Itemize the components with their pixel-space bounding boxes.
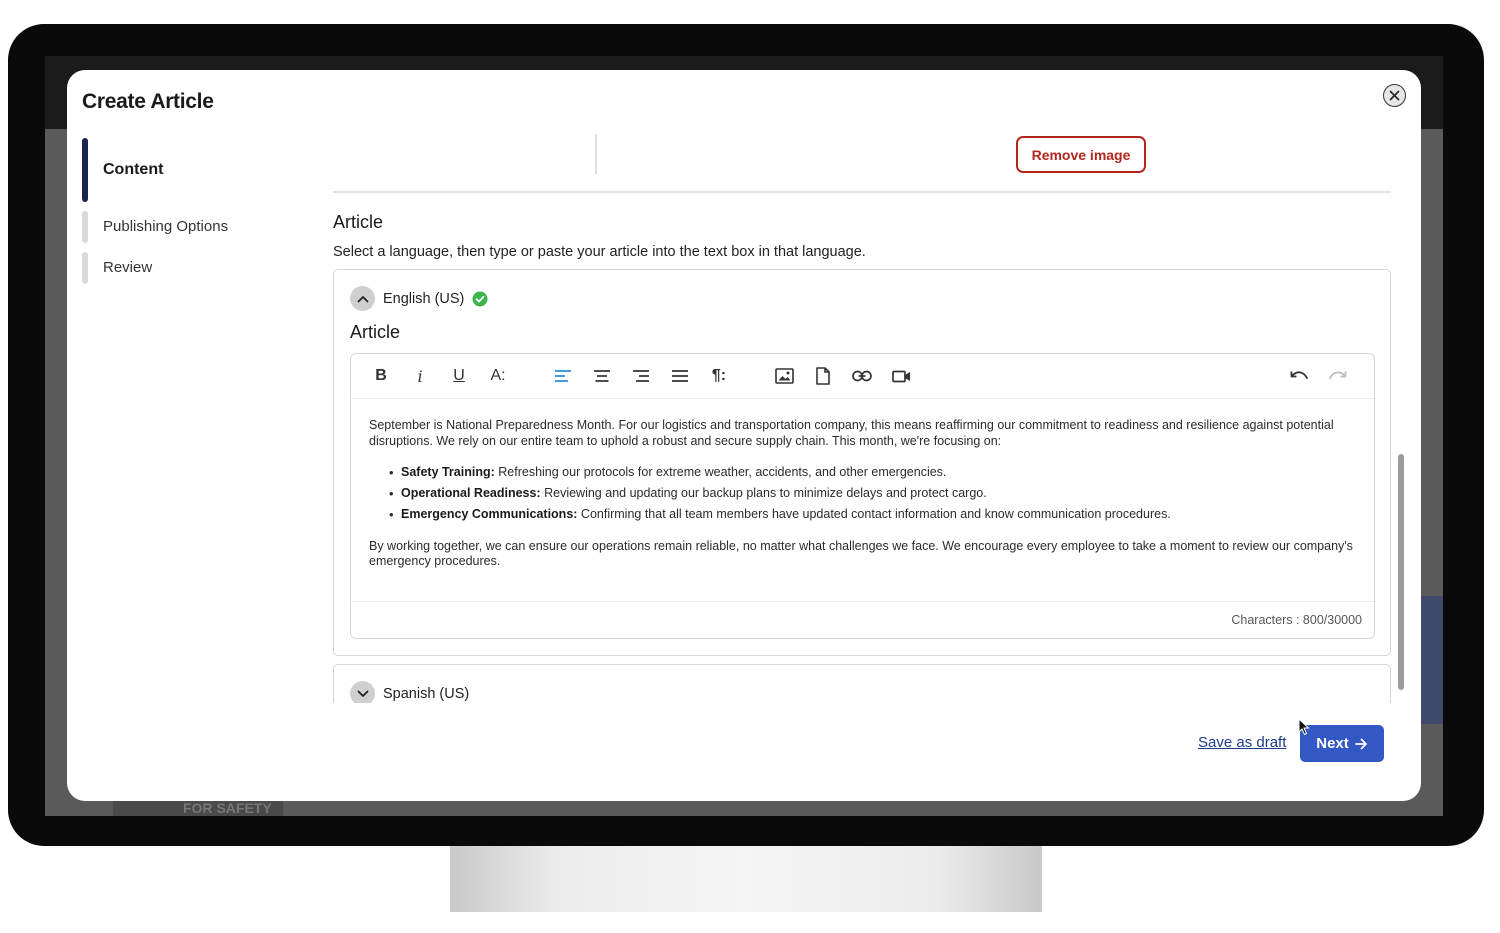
- section-divider: [333, 191, 1391, 193]
- step-indicator: [82, 138, 88, 202]
- editor-title: Article: [350, 322, 401, 342]
- italic-icon: i: [417, 366, 423, 386]
- modal-title: Create Article: [82, 90, 214, 113]
- article-section-subtitle: Select a language, then type or paste yo…: [333, 244, 866, 260]
- step-indicator: [82, 211, 88, 243]
- step-content[interactable]: Content: [82, 138, 312, 202]
- chevron-up-icon: [350, 286, 375, 311]
- article-intro: September is National Preparedness Month…: [369, 418, 1334, 448]
- font-size-icon: A:: [490, 367, 506, 384]
- file-icon: [816, 367, 830, 385]
- language-label: English (US): [383, 290, 465, 307]
- link-icon: [852, 370, 872, 382]
- bullet-term: Safety Training:: [401, 465, 495, 479]
- redo-icon: [1329, 371, 1347, 379]
- insert-video-button[interactable]: [888, 363, 914, 389]
- article-section-title: Article: [333, 212, 384, 232]
- align-right-button[interactable]: [628, 363, 654, 389]
- align-right-icon: [633, 370, 649, 382]
- bullet-text: Refreshing our protocols for extreme wea…: [494, 465, 947, 479]
- create-article-modal: Create Article Content Publishing Option…: [67, 70, 1421, 801]
- paragraph-format-button[interactable]: ¶:: [706, 363, 732, 389]
- list-item: Emergency Communications: Confirming tha…: [389, 507, 1359, 523]
- bold-button[interactable]: B: [368, 363, 394, 389]
- insert-file-button[interactable]: [810, 363, 836, 389]
- check-circle-icon: [472, 291, 488, 306]
- step-publishing-options[interactable]: Publishing Options: [82, 211, 312, 243]
- video-icon: [891, 370, 910, 382]
- bullet-text: Confirming that all team members have up…: [577, 507, 1171, 521]
- close-button[interactable]: [1383, 84, 1406, 107]
- insert-image-button[interactable]: [771, 363, 797, 389]
- close-icon: [1389, 90, 1400, 101]
- article-closing: By working together, we can ensure our o…: [369, 538, 1353, 569]
- article-bullet-list: Safety Training: Refreshing our protocol…: [389, 465, 1359, 523]
- content-area[interactable]: Remove image Article Select a language, …: [333, 130, 1393, 703]
- monitor-stand: [450, 840, 1042, 912]
- remove-image-button[interactable]: Remove image: [1016, 136, 1146, 173]
- rich-text-editor: B i U A: ¶: September is National Prepar…: [350, 353, 1375, 639]
- language-label: Spanish (US): [383, 685, 470, 702]
- italic-button[interactable]: i: [407, 363, 433, 389]
- underline-icon: U: [453, 367, 465, 384]
- paragraph-icon: ¶:: [711, 367, 727, 384]
- step-label: Review: [103, 259, 153, 276]
- list-item: Operational Readiness: Reviewing and upd…: [389, 486, 1359, 502]
- arrow-right-icon: [1354, 738, 1367, 749]
- image-divider: [595, 134, 597, 174]
- editor-toolbar: B i U A: ¶:: [351, 354, 1374, 399]
- step-label: Content: [103, 161, 164, 178]
- step-label: Publishing Options: [103, 218, 229, 235]
- editor-footer: Characters : 800/30000: [351, 601, 1374, 638]
- help-tab[interactable]: [1419, 596, 1443, 724]
- image-icon: [774, 368, 794, 384]
- content-scrollbar[interactable]: [1398, 454, 1404, 690]
- list-item: Safety Training: Refreshing our protocol…: [389, 465, 1359, 481]
- align-left-icon: [555, 370, 571, 382]
- align-center-button[interactable]: [589, 363, 615, 389]
- undo-icon: [1290, 371, 1308, 379]
- bullet-text: Reviewing and updating our backup plans …: [540, 486, 987, 500]
- mouse-cursor-icon: [1298, 718, 1310, 736]
- language-toggle-spanish[interactable]: Spanish (US): [350, 681, 469, 703]
- underline-button[interactable]: U: [446, 363, 472, 389]
- undo-button[interactable]: [1286, 363, 1312, 389]
- language-panel-english: English (US) Article B i U A: ¶: Septemb…: [333, 269, 1391, 656]
- save-as-draft-link[interactable]: Save as draft: [1198, 734, 1286, 751]
- redo-button[interactable]: [1325, 363, 1351, 389]
- character-count: Characters : 800/30000: [1231, 613, 1362, 627]
- align-center-icon: [594, 370, 610, 382]
- language-panel-spanish: Spanish (US): [333, 664, 1391, 703]
- stepper: Content Publishing Options Review: [82, 138, 312, 284]
- chevron-down-icon: [350, 681, 375, 703]
- step-indicator: [82, 252, 88, 284]
- step-review[interactable]: Review: [82, 252, 312, 284]
- bold-icon: B: [375, 367, 387, 384]
- align-left-button[interactable]: [550, 363, 576, 389]
- font-size-button[interactable]: A:: [485, 363, 511, 389]
- bullet-term: Emergency Communications:: [401, 507, 578, 521]
- language-toggle-english[interactable]: English (US): [350, 286, 488, 311]
- next-button[interactable]: Next: [1300, 725, 1384, 762]
- insert-link-button[interactable]: [849, 363, 875, 389]
- next-button-label: Next: [1316, 735, 1349, 752]
- bullet-term: Operational Readiness:: [401, 486, 541, 500]
- editor-text-area[interactable]: September is National Preparedness Month…: [369, 418, 1359, 586]
- justify-icon: [672, 370, 688, 382]
- justify-button[interactable]: [667, 363, 693, 389]
